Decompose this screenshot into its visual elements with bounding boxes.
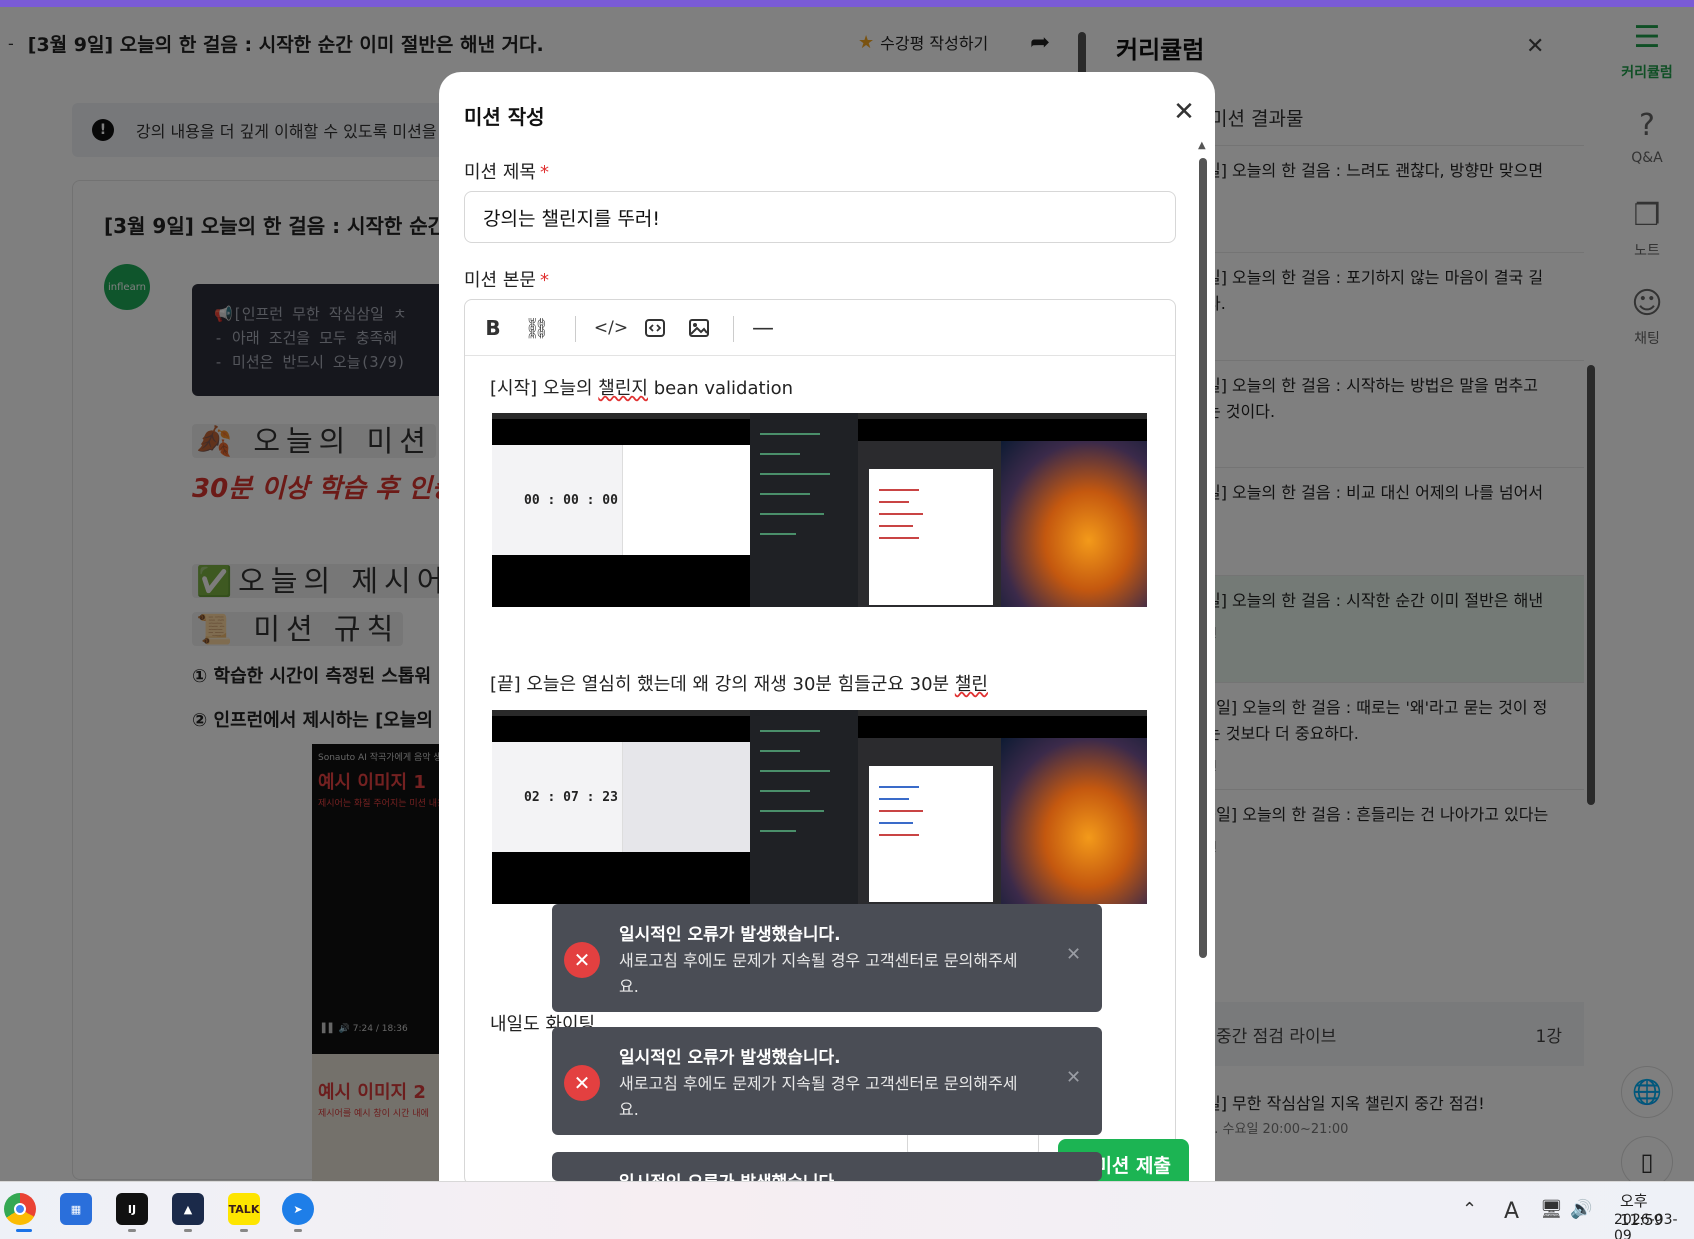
link-icon[interactable]: ⛓ [519, 310, 555, 346]
intellij-icon[interactable]: IJ [116, 1193, 148, 1225]
running-indicator [184, 1229, 192, 1232]
end-screenshot-image[interactable]: 02 : 07 : 23 [492, 710, 1147, 904]
close-icon[interactable]: ✕ [1170, 99, 1198, 127]
screen: - [3월 9일] 오늘의 한 걸음 : 시작한 순간 이미 절반은 해낸 거다… [0, 0, 1694, 1239]
horizontal-rule-icon[interactable]: — [745, 310, 781, 346]
toast-close-icon[interactable]: ✕ [1066, 1067, 1081, 1088]
start-screenshot-image[interactable]: 00 : 00 : 00 [492, 413, 1147, 607]
body-line-end: [끝] 오늘은 열심히 했는데 왜 강의 재생 30분 힘들군요 30분 챌린 [490, 674, 988, 695]
error-toast: ✕ 일시적인 오류가 발생했습니다. 새로고침 후에도 문제가 지속될 경우 고… [552, 1027, 1102, 1135]
running-indicator [294, 1229, 302, 1232]
toast-title: 일시적인 오류가 발생했습니다. [619, 1168, 841, 1181]
editor-toolbar: B ⛓ </> — [465, 300, 1175, 356]
network-icon[interactable]: 🖥 [1540, 1199, 1563, 1220]
error-toast: 일시적인 오류가 발생했습니다. [552, 1152, 1102, 1181]
kakaotalk-icon[interactable]: TALK [228, 1193, 260, 1225]
ime-indicator[interactable]: A [1504, 1199, 1519, 1224]
running-indicator [240, 1229, 248, 1232]
end-timer-readout: 02 : 07 : 23 [524, 790, 618, 805]
mission-title-label: 미션 제목 * [464, 162, 549, 183]
toast-message: 새로고침 후에도 문제가 지속될 경우 고객센터로 문의해주세요. [619, 1074, 1018, 1119]
store-icon[interactable]: ▦ [60, 1193, 92, 1225]
running-indicator [128, 1229, 136, 1232]
toolbar-divider [575, 316, 576, 342]
error-toast: ✕ 일시적인 오류가 발생했습니다. 새로고침 후에도 문제가 지속될 경우 고… [552, 904, 1102, 1012]
start-timer-readout: 00 : 00 : 00 [524, 493, 618, 508]
modal-title: 미션 작성 [464, 105, 545, 129]
toolbar-divider [733, 316, 734, 342]
chevron-up-icon[interactable]: ⌃ [1462, 1199, 1477, 1220]
mission-title-input[interactable] [464, 191, 1176, 243]
code-icon[interactable]: </> [593, 310, 629, 346]
browser-accent-bar [0, 0, 1694, 7]
mission-write-modal: 미션 작성 ✕ 미션 제목* 미션 본문* B ⛓ </> — [시작] 오늘의… [439, 72, 1215, 1181]
app-icon[interactable]: ▲ [172, 1193, 204, 1225]
bold-icon[interactable]: B [475, 310, 511, 346]
active-indicator [16, 1229, 32, 1232]
code-block-icon[interactable] [637, 310, 673, 346]
toast-close-icon[interactable]: ✕ [1066, 944, 1081, 965]
volume-icon[interactable]: 🔊 [1570, 1199, 1592, 1220]
toast-message: 새로고침 후에도 문제가 지속될 경우 고객센터로 문의해주세요. [619, 951, 1018, 996]
mission-body-label: 미션 본문 * [464, 270, 549, 291]
error-icon: ✕ [564, 1065, 600, 1101]
error-icon: ✕ [564, 942, 600, 978]
body-line-start: [시작] 오늘의 챌린지 bean validation [490, 378, 793, 399]
chrome-icon[interactable] [4, 1193, 36, 1225]
app-icon[interactable]: ➤ [282, 1193, 314, 1225]
modal-scrollbar[interactable]: ▲ [1198, 140, 1208, 1100]
toast-title: 일시적인 오류가 발생했습니다. [619, 925, 841, 945]
toast-title: 일시적인 오류가 발생했습니다. [619, 1048, 841, 1068]
clock-date[interactable]: 2026-03-09 [1614, 1212, 1694, 1239]
image-icon[interactable] [681, 310, 717, 346]
